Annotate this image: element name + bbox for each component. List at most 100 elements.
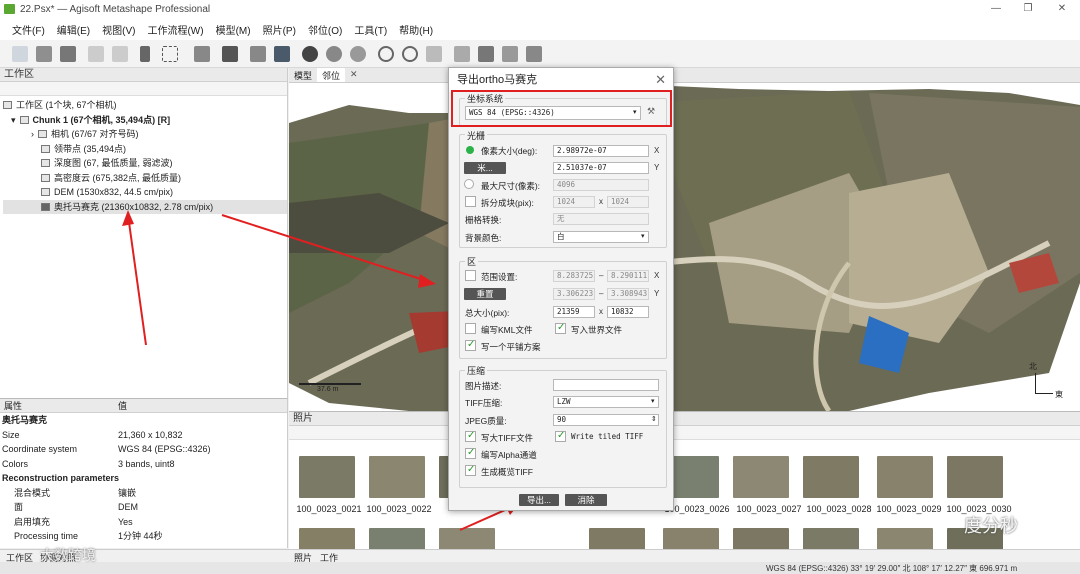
heart-icon[interactable] xyxy=(502,46,518,62)
photo-thumbnail[interactable] xyxy=(663,528,719,550)
bg-dropdown-icon[interactable]: ▾ xyxy=(641,232,645,240)
photo-thumbnail[interactable] xyxy=(369,456,425,498)
menu-edit[interactable]: 编辑(E) xyxy=(57,22,90,37)
tiff-dropdown-icon[interactable]: ▾ xyxy=(651,397,655,405)
new-icon[interactable] xyxy=(12,46,28,62)
photo-icon[interactable] xyxy=(478,46,494,62)
zoom-out-icon[interactable] xyxy=(402,46,418,62)
range-y-min[interactable]: 3.306223 xyxy=(553,288,595,300)
pixel-size-x-input[interactable]: 2.98972e-07 xyxy=(553,145,649,157)
grid-icon[interactable] xyxy=(454,46,470,62)
tree-chunk[interactable]: ▾ Chunk 1 (67个相机, 35,494点) [R] xyxy=(3,113,287,128)
menu-tools[interactable]: 工具(T) xyxy=(354,22,387,37)
menu-model[interactable]: 模型(M) xyxy=(216,22,251,37)
minimize-button[interactable]: — xyxy=(986,2,1006,16)
menu-view[interactable]: 视图(V) xyxy=(102,22,135,37)
total-y-input[interactable]: 10832 xyxy=(607,306,649,318)
save-icon[interactable] xyxy=(60,46,76,62)
menu-ortho[interactable]: 邻位(O) xyxy=(308,22,342,37)
meters-button[interactable]: 米... xyxy=(464,162,506,174)
bg-color-select[interactable]: 白 xyxy=(553,231,649,243)
alpha-checkbox[interactable] xyxy=(465,447,476,459)
split-y-input[interactable]: 1024 xyxy=(607,196,649,208)
menu-help[interactable]: 帮助(H) xyxy=(399,22,433,37)
menu-photo[interactable]: 照片(P) xyxy=(263,22,296,37)
jpeg-stepper-icon[interactable]: ⇕ xyxy=(651,415,657,423)
split-checkbox[interactable] xyxy=(465,196,476,207)
total-size-label: 总大小(pix): xyxy=(465,308,510,318)
zoom-in-icon[interactable] xyxy=(378,46,394,62)
eraser-icon[interactable] xyxy=(222,46,238,62)
photos-toolbar xyxy=(289,426,1080,440)
photo-thumbnail[interactable] xyxy=(877,528,933,550)
tree-item-orthomosaic[interactable]: 奥托马赛克 (21360x10832, 2.78 cm/pix) xyxy=(3,199,287,214)
tree-item-dem[interactable]: DEM (1530x832, 44.5 cm/pix) xyxy=(3,185,287,200)
tab-model[interactable]: 模型 xyxy=(289,68,317,82)
pixel-size-radio[interactable] xyxy=(466,146,474,154)
max-dim-input[interactable]: 4096 xyxy=(553,179,649,191)
redo-icon[interactable] xyxy=(112,46,128,62)
image-desc-input[interactable] xyxy=(553,379,659,391)
close-window-button[interactable]: ✕ xyxy=(1052,2,1072,16)
ruler-icon[interactable] xyxy=(194,46,210,62)
range-x-min[interactable]: 8.283725 xyxy=(553,270,595,282)
world-file-checkbox[interactable] xyxy=(555,322,566,334)
photo-thumbnail[interactable] xyxy=(369,528,425,550)
photo-thumbnail[interactable] xyxy=(733,528,789,550)
tab-close-icon[interactable]: ✕ xyxy=(345,68,363,82)
move-icon[interactable] xyxy=(426,46,442,62)
menu-file[interactable]: 文件(F) xyxy=(12,22,45,37)
bigtiff-checkbox[interactable] xyxy=(465,430,476,442)
overview-checkbox[interactable] xyxy=(465,464,476,476)
tree-item-densecloud[interactable]: 高密度云 (675,382点, 最低质量) xyxy=(3,171,287,186)
tree-item-depth[interactable]: 深度图 (67, 最低质量, 弱滤波) xyxy=(3,156,287,171)
open-icon[interactable] xyxy=(36,46,52,62)
tree-root[interactable]: 工作区 (1个块, 67个相机) xyxy=(3,98,287,113)
split-x-input[interactable]: 1024 xyxy=(553,196,595,208)
menu-workflow[interactable]: 工作流程(W) xyxy=(147,22,203,37)
orthomosaic-image[interactable]: 37.6 m 北 東 xyxy=(289,83,1080,411)
jpeg-quality-input[interactable]: 90 xyxy=(553,414,659,426)
range-checkbox[interactable] xyxy=(465,270,476,281)
max-dim-radio[interactable] xyxy=(464,179,474,189)
chunk-icon xyxy=(19,115,29,124)
prop-row: Coordinate system WGS 84 (EPSG::4326) xyxy=(2,444,211,454)
tiled-tiff-checkbox[interactable] xyxy=(555,430,566,442)
cancel-button[interactable]: 消除 xyxy=(565,494,607,506)
photo-thumbnail[interactable] xyxy=(439,528,495,550)
dialog-close-icon[interactable]: ✕ xyxy=(655,72,666,88)
tree-item-cameras[interactable]: › 相机 (67/67 对齐号码) xyxy=(3,127,287,142)
palette-icon[interactable] xyxy=(326,46,342,62)
photo-thumbnail[interactable] xyxy=(299,528,355,550)
total-x-input[interactable]: 21359 xyxy=(553,306,595,318)
photo-thumbnail[interactable] xyxy=(947,456,1003,498)
export-button[interactable]: 导出... xyxy=(519,494,559,506)
rect-select-icon[interactable] xyxy=(162,46,178,62)
contrast-icon[interactable] xyxy=(302,46,318,62)
photo-thumbnail[interactable] xyxy=(299,456,355,498)
photo-thumbnail[interactable] xyxy=(733,456,789,498)
pixel-size-label: 像素大小(deg): xyxy=(481,146,538,156)
image-icon[interactable] xyxy=(274,46,290,62)
range-x-max[interactable]: 8.290111 xyxy=(607,270,649,282)
photo-thumbnail[interactable] xyxy=(589,528,645,550)
pointer-icon[interactable] xyxy=(140,46,150,62)
tile-scheme-checkbox[interactable] xyxy=(465,339,476,351)
tiff-comp-label: TIFF压缩: xyxy=(465,398,503,408)
raster-transform-select[interactable]: 无 xyxy=(553,213,649,225)
photo-thumbnail[interactable] xyxy=(803,456,859,498)
range-y-max[interactable]: 3.308943 xyxy=(607,288,649,300)
photo-thumbnail[interactable] xyxy=(877,456,933,498)
photo-thumbnail[interactable] xyxy=(803,528,859,550)
maximize-button[interactable]: ❐ xyxy=(1018,2,1038,16)
refresh-icon[interactable] xyxy=(350,46,366,62)
tab-ortho[interactable]: 邻位 xyxy=(317,68,346,82)
pixel-size-y-input[interactable]: 2.51037e-07 xyxy=(553,162,649,174)
tiff-comp-select[interactable]: LZW xyxy=(553,396,659,408)
kml-checkbox[interactable] xyxy=(465,323,476,334)
patch-icon[interactable] xyxy=(250,46,266,62)
undo-icon[interactable] xyxy=(88,46,104,62)
reset-button[interactable]: 重置 xyxy=(464,288,506,300)
flag-icon[interactable] xyxy=(526,46,542,62)
tree-item-tiepoints[interactable]: 领带点 (35,494点) xyxy=(3,142,287,157)
